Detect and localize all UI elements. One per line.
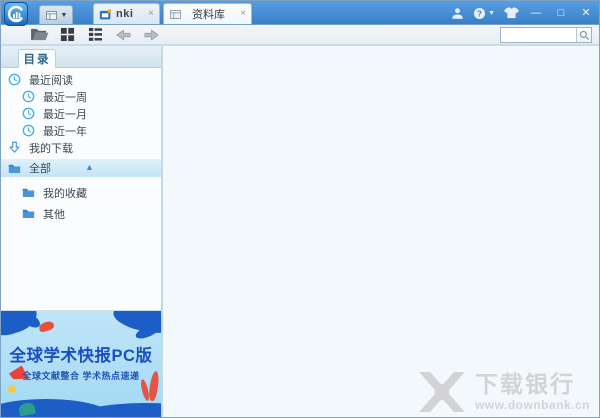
watermark: 下载银行 www.downbank.cn bbox=[418, 372, 590, 412]
svg-text:?: ? bbox=[477, 9, 482, 18]
folder-icon bbox=[22, 186, 35, 199]
maximize-button[interactable]: □ bbox=[553, 1, 569, 25]
sidebar-item-label: 最近一周 bbox=[43, 91, 87, 104]
clock-icon bbox=[22, 124, 35, 137]
back-button[interactable] bbox=[113, 26, 134, 43]
sidebar-item-label: 我的下载 bbox=[29, 142, 73, 155]
arrow-left-icon bbox=[116, 28, 131, 41]
titlebar: ▼ nki × 资料库 × ? ▼ — □ ✕ bbox=[1, 1, 599, 26]
tab-cnki[interactable]: nki × bbox=[93, 3, 160, 24]
sidebar: 目录 最近阅读 最近一周 最近一月 最近一年 我的下载 全部 ▲ 我的收藏 其他… bbox=[1, 46, 163, 417]
skin-theme-button[interactable] bbox=[504, 7, 519, 19]
banner-subtitle: 全球文献整合 学术热点速递 bbox=[22, 371, 140, 381]
sidebar-item-label: 最近阅读 bbox=[29, 74, 73, 87]
folder-icon bbox=[8, 162, 21, 175]
folder-icon bbox=[22, 207, 35, 220]
sidebar-item-label: 最近一年 bbox=[43, 125, 87, 138]
user-account-button[interactable] bbox=[451, 7, 464, 20]
list-view-button[interactable] bbox=[85, 26, 106, 43]
close-tab-icon[interactable]: × bbox=[240, 9, 246, 19]
open-file-button[interactable] bbox=[29, 26, 50, 43]
directory-tree: 最近阅读 最近一周 最近一月 最近一年 我的下载 全部 ▲ 我的收藏 其他 bbox=[1, 68, 161, 222]
sidebar-item-label: 最近一月 bbox=[43, 108, 87, 121]
sidebar-item-label: 我的收藏 bbox=[43, 187, 87, 200]
sidebar-item-all[interactable]: 全部 ▲ bbox=[1, 159, 161, 177]
toolbar bbox=[1, 25, 599, 46]
close-tab-icon[interactable]: × bbox=[148, 9, 154, 19]
dot-decoration bbox=[8, 385, 16, 393]
main-area: 目录 最近阅读 最近一周 最近一月 最近一年 我的下载 全部 ▲ 我的收藏 其他… bbox=[1, 46, 599, 417]
cnki-logo-icon bbox=[99, 8, 112, 21]
titlebar-actions: ? ▼ — □ ✕ bbox=[451, 1, 594, 25]
minimize-button[interactable]: — bbox=[528, 1, 544, 25]
fish-decoration bbox=[38, 320, 55, 333]
content-area: 下载银行 www.downbank.cn bbox=[163, 46, 599, 417]
document-icon bbox=[169, 8, 182, 21]
help-button[interactable]: ? ▼ bbox=[473, 7, 495, 20]
arrow-right-icon bbox=[144, 28, 159, 41]
watermark-url: www.downbank.cn bbox=[474, 398, 590, 412]
sidebar-tabstrip: 目录 bbox=[1, 46, 161, 68]
clock-icon bbox=[8, 73, 21, 86]
search-button[interactable] bbox=[576, 28, 591, 42]
promo-banner[interactable]: 全球学术快报PC版 全球文献整合 学术热点速递 bbox=[1, 310, 161, 417]
watermark-brand: 下载银行 bbox=[474, 371, 575, 397]
sidebar-item-last-year[interactable]: 最近一年 bbox=[1, 122, 161, 139]
clock-icon bbox=[22, 107, 35, 120]
sidebar-item-last-month[interactable]: 最近一月 bbox=[1, 105, 161, 122]
tab-repository-label: 资料库 bbox=[192, 9, 225, 21]
tab-directory[interactable]: 目录 bbox=[18, 49, 56, 68]
tab-list-button[interactable]: ▼ bbox=[39, 5, 73, 24]
tab-repository[interactable]: 资料库 × bbox=[163, 3, 252, 24]
window-stack-icon bbox=[45, 9, 58, 22]
tab-cnki-label: nki bbox=[116, 8, 134, 20]
download-icon bbox=[8, 141, 21, 154]
clock-icon bbox=[22, 90, 35, 103]
collapse-arrow-icon[interactable]: ▲ bbox=[85, 163, 94, 172]
folder-open-icon bbox=[31, 28, 49, 41]
sidebar-item-others[interactable]: 其他 bbox=[1, 205, 161, 222]
grid-view-button[interactable] bbox=[57, 26, 78, 43]
sidebar-item-last-week[interactable]: 最近一周 bbox=[1, 88, 161, 105]
forward-button[interactable] bbox=[141, 26, 162, 43]
grid-view-icon bbox=[60, 27, 75, 42]
sidebar-item-label: 其他 bbox=[43, 208, 65, 221]
app-logo-icon[interactable] bbox=[4, 2, 28, 26]
sidebar-item-my-downloads[interactable]: 我的下载 bbox=[1, 139, 161, 156]
search-input[interactable] bbox=[501, 28, 576, 42]
chevron-down-icon: ▼ bbox=[488, 9, 495, 17]
banner-title: 全球学术快报PC版 bbox=[9, 347, 153, 365]
sidebar-item-my-favorites[interactable]: 我的收藏 bbox=[1, 184, 161, 201]
downbank-logo-icon bbox=[418, 372, 466, 412]
chevron-down-icon: ▼ bbox=[60, 11, 68, 19]
list-view-icon bbox=[88, 27, 103, 41]
close-window-button[interactable]: ✕ bbox=[578, 1, 594, 25]
search-box bbox=[500, 27, 592, 43]
search-icon bbox=[579, 30, 589, 40]
app-window: ▼ nki × 资料库 × ? ▼ — □ ✕ 目录 最近阅读 最近一周 最近一… bbox=[0, 0, 600, 418]
sidebar-item-label: 全部 bbox=[29, 163, 51, 175]
sidebar-item-recent-read[interactable]: 最近阅读 bbox=[1, 71, 161, 88]
